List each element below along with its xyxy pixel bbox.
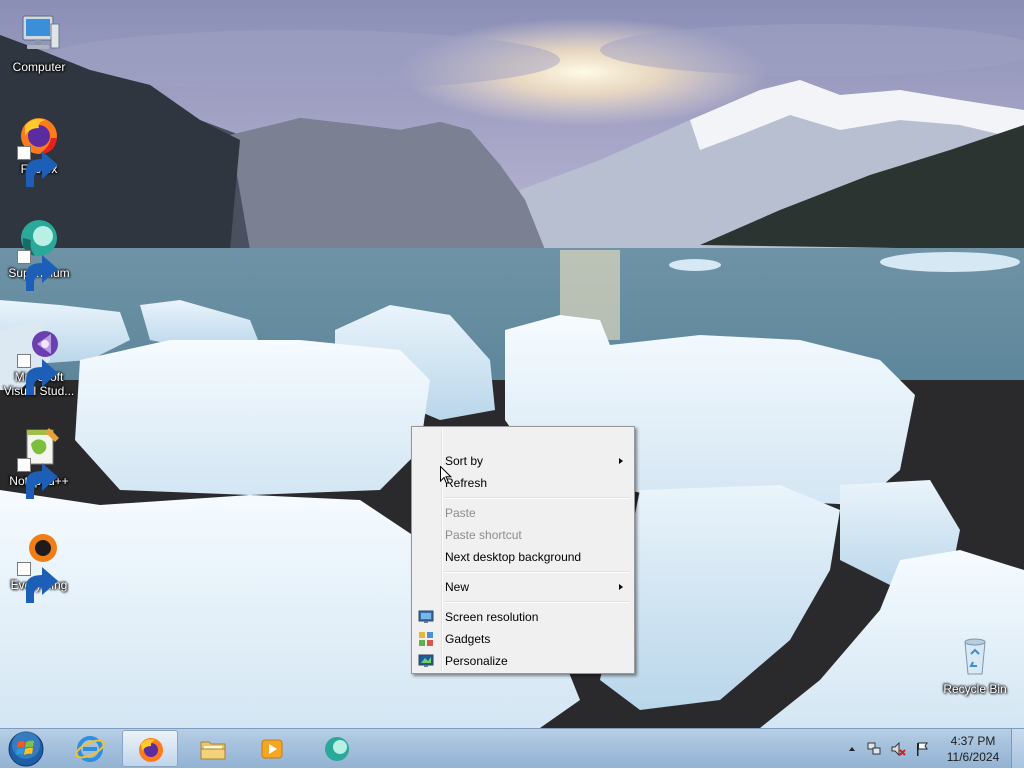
menu-item-next-desktop-background[interactable]: Next desktop background (414, 546, 632, 568)
menu-item-screen-resolution[interactable]: Screen resolution (414, 606, 632, 628)
desktop-icon-recycle-bin[interactable]: Recycle Bin (937, 632, 1013, 696)
menu-item-label: Screen resolution (445, 610, 539, 624)
taskbar-clock[interactable]: 4:37 PM 11/6/2024 (938, 733, 1008, 765)
menu-item-label: Paste (445, 506, 476, 520)
desktop-icon-firefox[interactable]: Firefox (1, 112, 77, 187)
start-button[interactable] (4, 730, 48, 768)
supermium-icon (15, 216, 63, 291)
computer-icon (15, 10, 63, 58)
notepadpp-icon (15, 424, 63, 499)
menu-item-label: Gadgets (445, 632, 491, 646)
everything-icon (15, 528, 63, 603)
taskbar-supermium-button[interactable] (309, 730, 365, 767)
system-tray: 4:37 PM 11/6/2024 (842, 729, 1024, 769)
desktop-icon-label: Recycle Bin (943, 682, 1007, 696)
volume-muted-icon[interactable] (890, 741, 906, 757)
firefox-icon (139, 738, 163, 762)
shortcut-arrow-icon (17, 458, 58, 499)
desktop-icon-supermium[interactable]: Supermium (1, 216, 77, 291)
action-center-flag-icon[interactable] (914, 741, 930, 757)
menu-item-label: Personalize (445, 654, 508, 668)
submenu-arrow-icon (619, 458, 623, 464)
menu-item-gadgets[interactable]: Gadgets (414, 628, 632, 650)
menu-separator (444, 601, 630, 603)
supermium-icon (325, 737, 349, 761)
menu-item-new[interactable]: New (414, 576, 632, 598)
menu-item-label: New (445, 580, 470, 594)
menu-separator (444, 497, 630, 499)
desktop-context-menu: Sort by Refresh Paste Paste shortcut Nex… (411, 426, 635, 674)
clock-time: 4:37 PM (950, 734, 996, 748)
menu-separator (444, 571, 630, 573)
mouse-cursor-icon (440, 465, 453, 485)
media-player-icon (261, 739, 283, 759)
menu-item-paste-shortcut: Paste shortcut (414, 524, 632, 546)
taskbar-media-player-button[interactable] (244, 730, 300, 767)
desktop-icon-everything[interactable]: Everything (1, 528, 77, 603)
submenu-arrow-icon (619, 584, 623, 590)
firefox-icon (15, 112, 63, 187)
shortcut-arrow-icon (17, 146, 58, 187)
taskbar-internet-explorer-button[interactable] (62, 730, 118, 767)
windows-start-orb-icon (8, 731, 44, 767)
internet-explorer-icon (75, 736, 105, 762)
shortcut-arrow-icon (17, 250, 58, 291)
desktop-icon-visual-studio[interactable]: Microsoft Visual Stud... (1, 320, 77, 398)
shortcut-arrow-icon (17, 562, 58, 603)
desktop-icon-notepadpp[interactable]: Notepad++ (1, 424, 77, 499)
show-hidden-icons-chevron-icon[interactable] (844, 741, 860, 757)
desktop-icon-computer[interactable]: Computer (1, 10, 77, 74)
menu-item-label: Paste shortcut (445, 528, 522, 542)
taskbar-file-explorer-button[interactable] (185, 730, 241, 767)
gadgets-icon (418, 631, 434, 647)
network-icon[interactable] (866, 741, 882, 757)
taskbar: 4:37 PM 11/6/2024 (0, 728, 1024, 768)
desktop-icon-label: Computer (12, 60, 66, 74)
menu-item-paste: Paste (414, 502, 632, 524)
show-desktop-button[interactable] (1011, 729, 1024, 768)
taskbar-firefox-button[interactable] (122, 730, 178, 767)
menu-item-personalize[interactable]: Personalize (414, 650, 632, 672)
clock-date: 11/6/2024 (946, 750, 1000, 764)
visual-studio-icon (15, 320, 63, 395)
screen-resolution-icon (418, 609, 434, 625)
folder-icon (200, 741, 226, 760)
menu-item-label: Next desktop background (445, 550, 582, 564)
personalize-icon (418, 653, 434, 669)
recycle-bin-icon (951, 632, 999, 680)
shortcut-arrow-icon (17, 354, 58, 395)
